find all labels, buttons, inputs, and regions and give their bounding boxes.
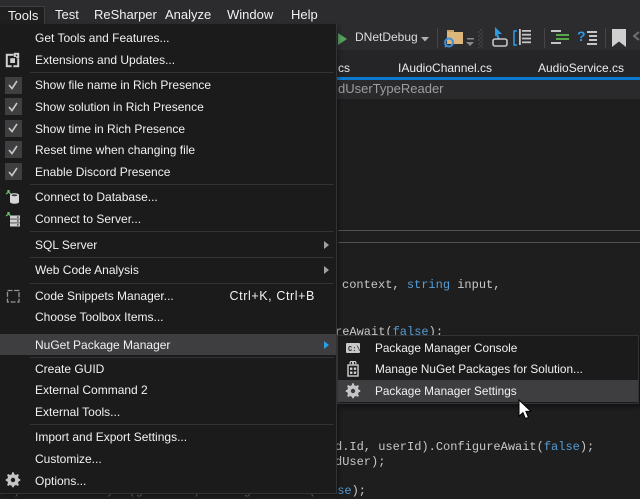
svg-text:C:\: C:\: [348, 346, 361, 354]
svg-text:?: ?: [577, 28, 586, 44]
